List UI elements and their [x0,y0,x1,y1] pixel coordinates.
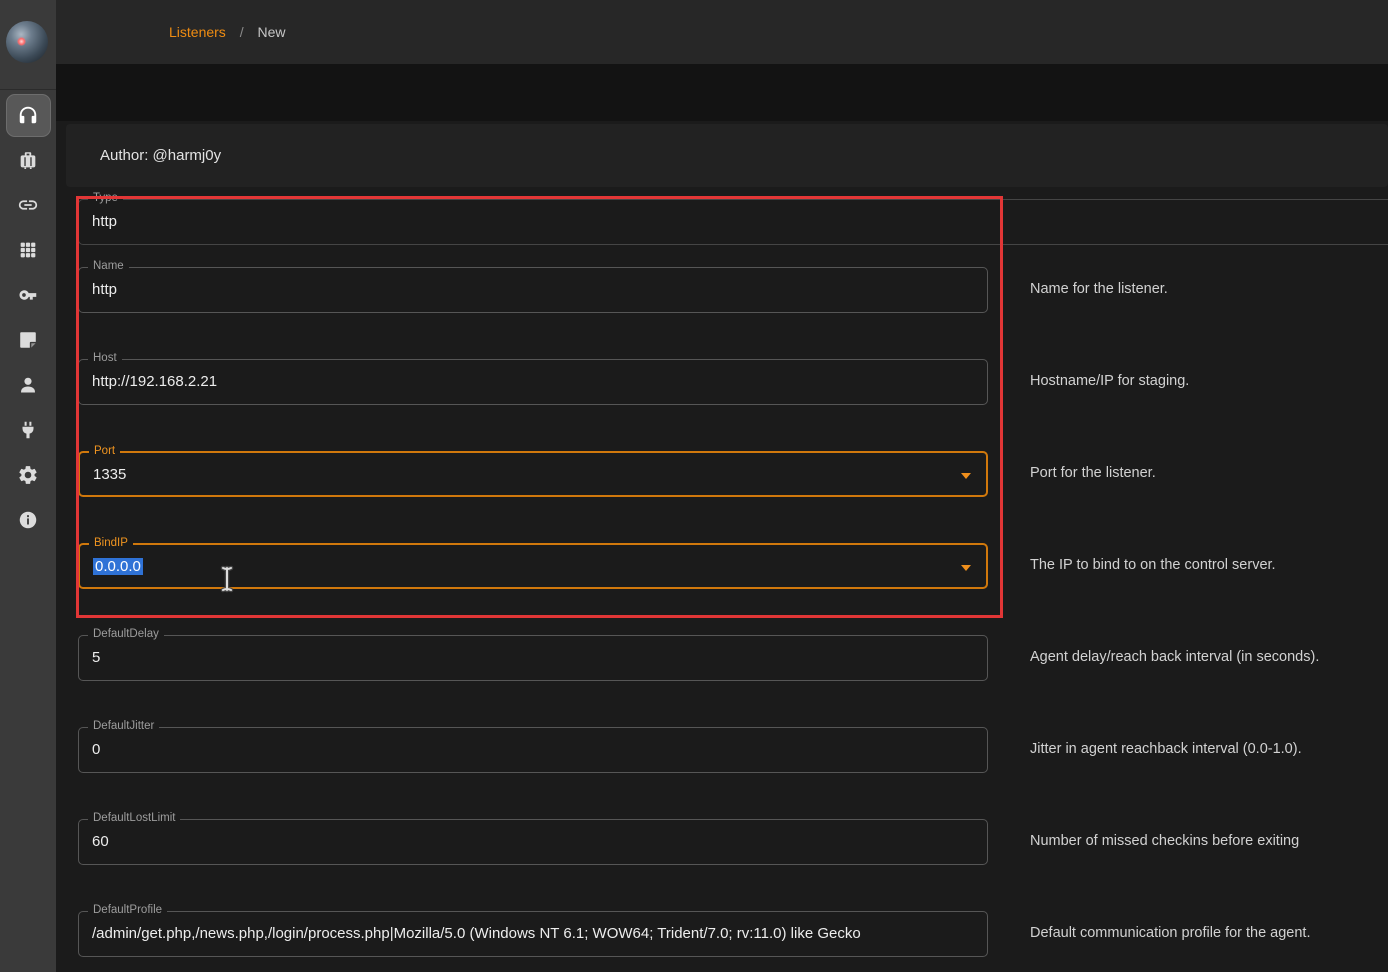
sidebar [0,0,56,972]
defaultdelay-description: Agent delay/reach back interval (in seco… [1030,649,1319,665]
type-select[interactable]: Type http [78,199,1388,245]
form-row-port: Port 1335 Port for the listener. [0,451,1388,497]
breadcrumb-listeners-link[interactable]: Listeners [169,24,226,40]
bindip-label: BindIP [89,537,133,549]
defaultdelay-label: DefaultDelay [88,628,164,640]
sidebar-item-modules[interactable] [0,227,56,272]
link-icon [17,194,39,216]
sidebar-item-settings[interactable] [0,452,56,497]
defaultlostlimit-label: DefaultLostLimit [88,812,180,824]
port-combobox[interactable]: Port 1335 [78,451,988,497]
sidebar-item-listeners[interactable] [0,92,56,137]
top-app-bar: Listeners / New [56,0,1388,64]
gear-icon [17,464,39,486]
logo-section [0,0,56,90]
bindip-value: 0.0.0.0 [80,545,986,575]
chevron-down-icon[interactable] [961,473,971,479]
defaultprofile-label: DefaultProfile [88,904,167,916]
form-row-defaultdelay: DefaultDelay 5 Agent delay/reach back in… [0,635,1388,681]
sidebar-item-reporting[interactable] [0,317,56,362]
sidebar-item-credentials[interactable] [0,272,56,317]
defaultjitter-description: Jitter in agent reachback interval (0.0-… [1030,741,1302,757]
user-icon [17,374,39,396]
info-icon [17,509,39,531]
port-label: Port [89,445,120,457]
form-row-host: Host http://192.168.2.21 Hostname/IP for… [0,359,1388,405]
title-band: New Listener [56,64,1388,121]
breadcrumb-separator: / [240,24,244,40]
defaultprofile-value: /admin/get.php,/news.php,/login/process.… [79,912,987,942]
app-logo-deathstar[interactable] [6,21,48,63]
name-description: Name for the listener. [1030,281,1168,297]
form-row-defaultprofile: DefaultProfile /admin/get.php,/news.php,… [0,911,1388,957]
selected-text: 0.0.0.0 [93,558,143,575]
type-value: http [79,200,1388,230]
name-value: http [79,268,987,298]
name-label: Name [88,260,129,272]
briefcase-icon [17,149,39,171]
plug-icon [17,419,39,441]
bindip-description: The IP to bind to on the control server. [1030,557,1276,573]
form-row-bindip: BindIP 0.0.0.0 The IP to bind to on the … [0,543,1388,589]
bindip-combobox[interactable]: BindIP 0.0.0.0 [78,543,988,589]
form-row-defaultjitter: DefaultJitter 0 Jitter in agent reachbac… [0,727,1388,773]
host-description: Hostname/IP for staging. [1030,373,1189,389]
sidebar-item-users[interactable] [0,362,56,407]
form-row-name: Name http Name for the listener. [0,267,1388,313]
sidebar-item-plugins[interactable] [0,407,56,452]
key-icon [17,284,39,306]
chevron-down-icon[interactable] [961,565,971,571]
sidebar-item-about[interactable] [0,497,56,542]
defaultprofile-description: Default communication profile for the ag… [1030,925,1310,941]
defaultdelay-value: 5 [79,636,987,666]
port-description: Port for the listener. [1030,465,1156,481]
form-row-defaultlostlimit: DefaultLostLimit 60 Number of missed che… [0,819,1388,865]
headphones-icon [17,104,39,126]
defaultlostlimit-description: Number of missed checkins before exiting [1030,833,1299,849]
breadcrumb: Listeners / New [169,24,286,40]
defaultjitter-value: 0 [79,728,987,758]
host-value: http://192.168.2.21 [79,360,987,390]
author-text: Author: @harmj0y [100,147,221,164]
grid-icon [17,239,39,261]
sidebar-item-agents[interactable] [0,182,56,227]
sidebar-nav [0,92,56,542]
breadcrumb-current: New [257,24,285,40]
defaultjitter-input[interactable]: DefaultJitter 0 [78,727,988,773]
note-icon [17,329,39,351]
host-input[interactable]: Host http://192.168.2.21 [78,359,988,405]
defaultdelay-input[interactable]: DefaultDelay 5 [78,635,988,681]
new-listener-page: Listeners / New New Listener Author: @ha… [0,0,1388,972]
defaultjitter-label: DefaultJitter [88,720,159,732]
host-label: Host [88,352,122,364]
defaultprofile-input[interactable]: DefaultProfile /admin/get.php,/news.php,… [78,911,988,957]
author-card: Author: @harmj0y [66,124,1388,187]
form-row-type: Type http [0,199,1388,245]
type-label: Type [88,192,123,204]
defaultlostlimit-value: 60 [79,820,987,850]
port-value: 1335 [80,453,986,483]
name-input[interactable]: Name http [78,267,988,313]
defaultlostlimit-input[interactable]: DefaultLostLimit 60 [78,819,988,865]
sidebar-item-stagers[interactable] [0,137,56,182]
